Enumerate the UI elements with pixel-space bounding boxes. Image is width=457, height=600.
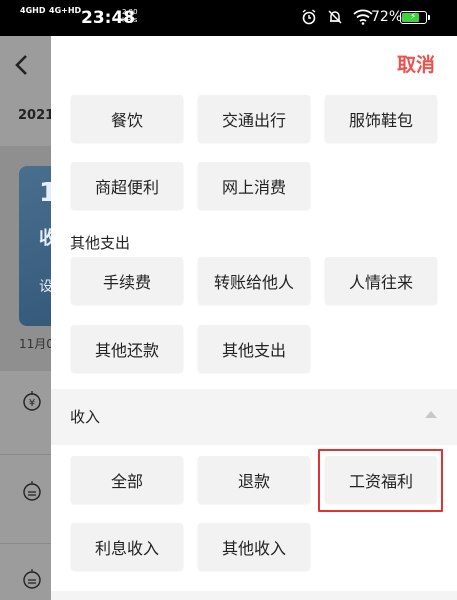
list-divider [0,454,51,455]
background-card: 1 收 设 [19,166,51,326]
background-header [0,36,51,146]
category-chip[interactable]: 网上消费 [198,162,310,209]
highlight-box [318,449,443,512]
back-icon[interactable] [14,54,28,82]
category-chip[interactable]: 其他支出 [198,325,310,372]
wifi-icon [353,9,373,25]
status-bar: 4GHD 4G+HD 23:48 2.90 KB/s 72% ⚡ [0,0,457,36]
speed-unit: KB/s [122,16,138,24]
section-title-other-expense: 其他支出 [70,234,131,252]
category-chip[interactable]: 其他还款 [71,325,183,372]
category-chip[interactable]: 人情往来 [325,257,437,304]
network-indicator-1: 4GHD [20,6,45,15]
card-big-number: 1 [39,178,51,208]
category-chip[interactable]: 退款 [198,456,310,503]
category-chip[interactable]: 手续费 [71,257,183,304]
cancel-button[interactable]: 取消 [397,50,435,77]
category-filter-panel: 取消 餐饮 交通出行 服饰鞋包 商超便利 网上消费 其他支出 手续费 转账给他人… [51,36,457,600]
network-label-2: 4G+HD [49,6,82,15]
card-sub: 设 [39,279,51,295]
battery-icon: ⚡ [400,11,430,24]
section-title-income: 收入 [70,408,101,426]
list-divider [0,543,51,544]
coin-icon [23,481,41,501]
yen-coin-icon: ¥ [23,391,41,411]
category-chip[interactable]: 服饰鞋包 [325,95,437,142]
collapse-caret-icon[interactable] [425,411,437,418]
income-section-header[interactable]: 收入 [51,389,457,445]
battery-percent: 72% [371,9,403,25]
background-list: ¥ [0,371,51,600]
network-label-1: 4GHD [20,6,46,15]
svg-text:¥: ¥ [29,398,35,409]
network-indicator-2: 4G+HD [49,6,81,15]
mute-icon [328,10,342,24]
category-chip[interactable]: 全部 [71,456,183,503]
coin-icon [23,569,41,589]
background-page: 2021. 1 收 设 11月0 ¥ [0,36,51,600]
category-chip[interactable]: 利息收入 [71,523,183,570]
category-chip[interactable]: 餐饮 [71,95,183,142]
category-chip[interactable]: 转账给他人 [198,257,310,304]
alarm-icon [302,9,316,25]
background-month: 11月0 [19,337,51,351]
bottom-divider [51,591,457,600]
status-icons [301,9,373,25]
speed-value: 2.90 [122,8,138,16]
card-label: 收 [39,228,51,249]
network-speed: 2.90 KB/s [122,8,138,24]
category-chip[interactable]: 交通出行 [198,95,310,142]
background-date: 2021. [18,108,51,123]
category-chip[interactable]: 其他收入 [198,523,310,570]
category-chip[interactable]: 商超便利 [71,162,183,209]
